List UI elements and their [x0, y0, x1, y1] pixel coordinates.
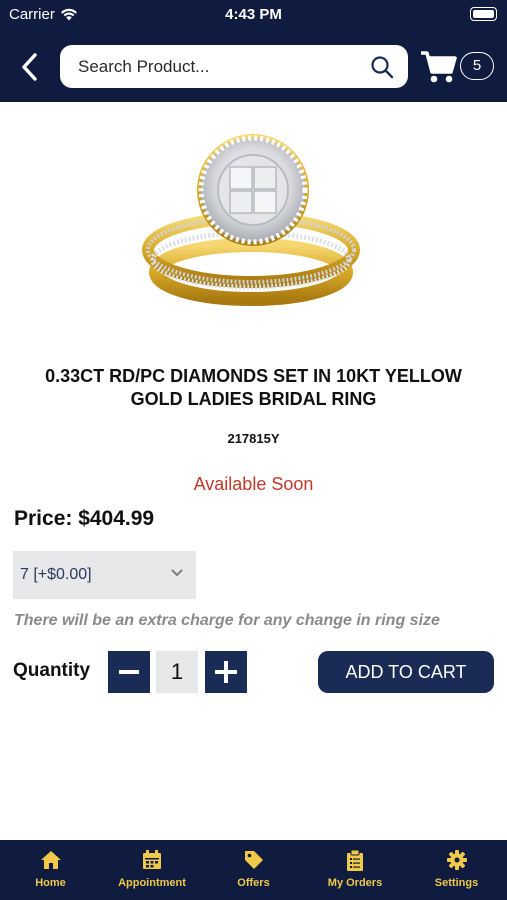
availability-status: Available Soon	[193, 474, 314, 494]
calendar-icon	[143, 850, 161, 869]
tab-label: Appointment	[118, 877, 186, 889]
search-icon[interactable]	[370, 55, 394, 79]
tab-home[interactable]: Home	[0, 840, 101, 900]
tab-label: My Orders	[327, 877, 383, 889]
gear-icon	[446, 850, 467, 870]
decrease-quantity-button[interactable]	[108, 651, 150, 693]
tab-label: Home	[35, 877, 66, 889]
chevron-down-icon	[171, 569, 183, 577]
product-image	[135, 132, 367, 310]
chevron-left-icon	[22, 53, 37, 81]
tab-settings[interactable]: Settings	[406, 840, 507, 900]
add-to-cart-button[interactable]: ADD TO CART	[318, 651, 494, 693]
ring-size-select[interactable]: 7 [+$0.00]	[13, 551, 196, 599]
home-icon	[40, 851, 61, 869]
product-sku: 217815Y	[227, 431, 280, 446]
minus-icon	[119, 670, 139, 674]
clipboard-icon	[347, 850, 363, 871]
tab-label: Settings	[434, 877, 479, 889]
battery-icon	[470, 7, 497, 21]
tab-my-orders[interactable]: My Orders	[304, 840, 406, 900]
increase-quantity-button[interactable]	[205, 651, 247, 693]
search-bar	[60, 45, 408, 88]
cart-count-badge: 5	[460, 52, 494, 80]
tab-offers[interactable]: Offers	[203, 840, 304, 900]
header: Carrier 4:43 PM 5	[0, 0, 507, 102]
cart-button[interactable]: 5	[420, 48, 498, 86]
tag-icon	[244, 851, 263, 869]
tab-bar: Home Appointment Offers My Orders Settin…	[0, 840, 507, 900]
product-price: Price: $404.99	[14, 507, 155, 530]
status-bar: Carrier 4:43 PM	[0, 0, 507, 30]
search-input[interactable]	[76, 53, 360, 81]
clock: 4:43 PM	[225, 6, 282, 23]
quantity-value[interactable]: 1	[156, 651, 198, 693]
tab-appointment[interactable]: Appointment	[101, 840, 203, 900]
tab-label: Offers	[237, 877, 270, 889]
plus-icon	[215, 661, 237, 683]
back-button[interactable]	[18, 52, 42, 82]
product-title: 0.33CT RD/PC DIAMONDS SET IN 10KT YELLOW…	[45, 366, 462, 409]
ring-size-value: 7 [+$0.00]	[20, 566, 92, 583]
quantity-label: Quantity	[13, 660, 91, 681]
ring-size-note: There will be an extra charge for any ch…	[14, 612, 440, 629]
cart-icon	[421, 51, 457, 83]
